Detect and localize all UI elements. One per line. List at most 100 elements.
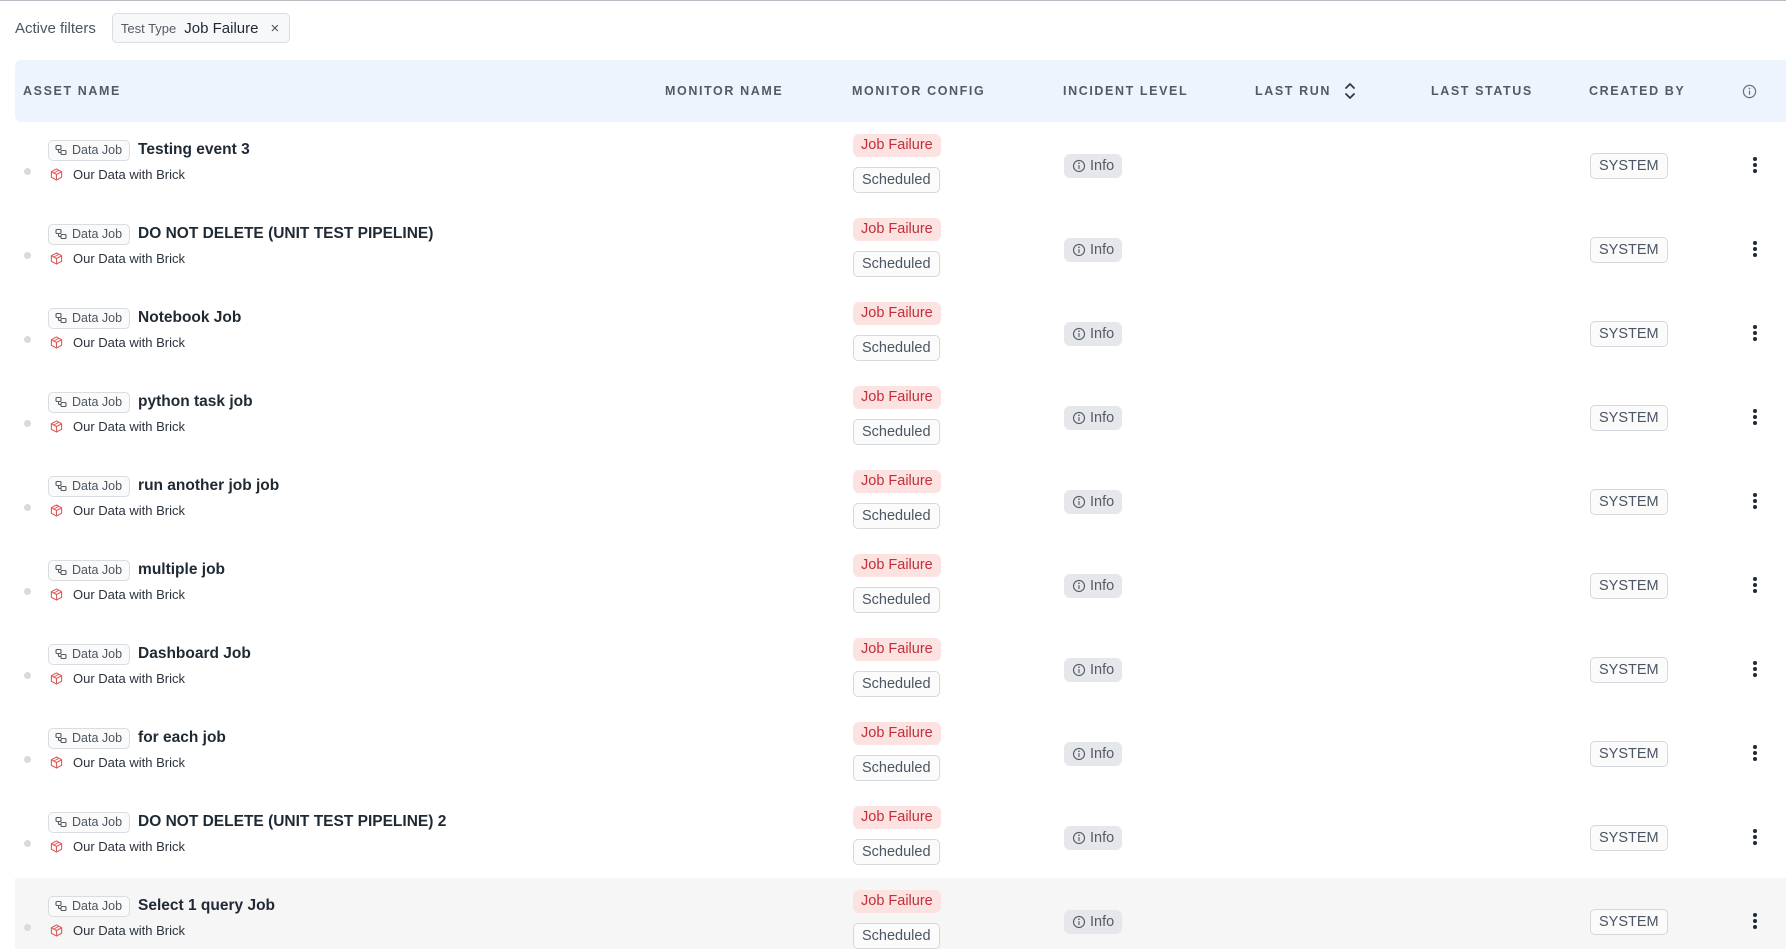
asset-type-label: Data Job xyxy=(72,815,123,829)
asset-name[interactable]: Notebook Job xyxy=(138,309,241,327)
monitor-config-cell: Job Failure Scheduled xyxy=(853,302,941,361)
kebab-vertical-icon[interactable] xyxy=(1748,236,1762,262)
created-by-badge: SYSTEM xyxy=(1590,237,1668,263)
monitor-config-cell: Job Failure Scheduled xyxy=(853,554,941,613)
asset-type-label: Data Job xyxy=(72,563,123,577)
link-icon xyxy=(55,396,67,408)
kebab-vertical-icon[interactable] xyxy=(1748,656,1762,682)
status-dot xyxy=(24,252,31,259)
asset-type-label: Data Job xyxy=(72,479,123,493)
config-job-failure-pill: Job Failure xyxy=(853,470,941,493)
kebab-vertical-icon[interactable] xyxy=(1748,152,1762,178)
asset-name[interactable]: for each job xyxy=(138,729,226,747)
asset-name[interactable]: run another job job xyxy=(138,477,279,495)
column-info-icon[interactable] xyxy=(1742,60,1757,122)
link-icon xyxy=(55,228,67,240)
incident-level-badge: Info xyxy=(1064,154,1123,178)
asset-type-label: Data Job xyxy=(72,143,123,157)
kebab-vertical-icon[interactable] xyxy=(1748,572,1762,598)
asset-source: Our Data with Brick xyxy=(73,755,185,770)
top-border xyxy=(0,0,1786,1)
close-icon[interactable]: × xyxy=(270,21,279,36)
asset-cell: Data Job multiple job Our Data with Bric… xyxy=(48,559,225,602)
table-row[interactable]: Data Job run another job job Our Data wi… xyxy=(15,458,1786,542)
table-row[interactable]: Data Job DO NOT DELETE (UNIT TEST PIPELI… xyxy=(15,794,1786,878)
column-header-last-run[interactable]: LAST RUN xyxy=(1255,60,1357,122)
kebab-vertical-icon[interactable] xyxy=(1748,404,1762,430)
kebab-vertical-icon[interactable] xyxy=(1748,740,1762,766)
table-row[interactable]: Data Job DO NOT DELETE (UNIT TEST PIPELI… xyxy=(15,206,1786,290)
asset-name[interactable]: Select 1 query Job xyxy=(138,897,275,915)
monitor-config-cell: Job Failure Scheduled xyxy=(853,722,941,781)
asset-name[interactable]: DO NOT DELETE (UNIT TEST PIPELINE) xyxy=(138,225,433,243)
table-row[interactable]: Data Job Testing event 3 Our Data with B… xyxy=(15,122,1786,206)
asset-cell: Data Job DO NOT DELETE (UNIT TEST PIPELI… xyxy=(48,223,433,266)
info-circle-icon xyxy=(1072,579,1086,593)
incident-level-label: Info xyxy=(1090,494,1115,510)
filter-chip-value: Job Failure xyxy=(184,19,259,37)
kebab-vertical-icon[interactable] xyxy=(1748,488,1762,514)
config-job-failure-pill: Job Failure xyxy=(853,302,941,325)
asset-source: Our Data with Brick xyxy=(73,923,185,938)
asset-type-badge: Data Job xyxy=(48,139,131,161)
brick-cube-icon xyxy=(50,756,63,769)
kebab-vertical-icon[interactable] xyxy=(1748,908,1762,934)
asset-name[interactable]: multiple job xyxy=(138,561,225,579)
monitor-config-cell: Job Failure Scheduled xyxy=(853,638,941,697)
sort-updown-icon[interactable] xyxy=(1343,81,1357,101)
column-header-last-status[interactable]: LAST STATUS xyxy=(1431,60,1533,122)
column-header-created-by[interactable]: CREATED BY xyxy=(1589,60,1685,122)
asset-type-badge: Data Job xyxy=(48,811,131,833)
column-header-incident-level[interactable]: INCIDENT LEVEL xyxy=(1063,60,1188,122)
config-scheduled-pill: Scheduled xyxy=(853,671,940,697)
asset-type-label: Data Job xyxy=(72,731,123,745)
table-row[interactable]: Data Job Select 1 query Job Our Data wit… xyxy=(15,878,1786,949)
asset-cell: Data Job Select 1 query Job Our Data wit… xyxy=(48,895,275,938)
status-dot xyxy=(24,336,31,343)
config-scheduled-pill: Scheduled xyxy=(853,167,940,193)
brick-cube-icon xyxy=(50,588,63,601)
column-header-monitor-name[interactable]: MONITOR NAME xyxy=(665,60,783,122)
asset-name[interactable]: Dashboard Job xyxy=(138,645,251,663)
kebab-vertical-icon[interactable] xyxy=(1748,320,1762,346)
asset-name[interactable]: python task job xyxy=(138,393,253,411)
table-row[interactable]: Data Job multiple job Our Data with Bric… xyxy=(15,542,1786,626)
asset-type-label: Data Job xyxy=(72,647,123,661)
info-circle-icon xyxy=(1072,243,1086,257)
table-row[interactable]: Data Job Dashboard Job Our Data with Bri… xyxy=(15,626,1786,710)
asset-type-badge: Data Job xyxy=(48,475,131,497)
asset-type-label: Data Job xyxy=(72,311,123,325)
kebab-vertical-icon[interactable] xyxy=(1748,824,1762,850)
info-circle-icon xyxy=(1072,663,1086,677)
column-header-asset-name[interactable]: ASSET NAME xyxy=(23,60,121,122)
table-row[interactable]: Data Job for each job Our Data with Bric… xyxy=(15,710,1786,794)
asset-name[interactable]: DO NOT DELETE (UNIT TEST PIPELINE) 2 xyxy=(138,813,446,831)
incident-level-badge: Info xyxy=(1064,742,1123,766)
config-scheduled-pill: Scheduled xyxy=(853,503,940,529)
config-scheduled-pill: Scheduled xyxy=(853,251,940,277)
created-by-badge: SYSTEM xyxy=(1590,657,1668,683)
column-header-monitor-config[interactable]: MONITOR CONFIG xyxy=(852,60,985,122)
asset-source: Our Data with Brick xyxy=(73,251,185,266)
asset-cell: Data Job python task job Our Data with B… xyxy=(48,391,253,434)
config-job-failure-pill: Job Failure xyxy=(853,134,941,157)
table-row[interactable]: Data Job python task job Our Data with B… xyxy=(15,374,1786,458)
filter-chip-test-type[interactable]: Test Type Job Failure × xyxy=(111,13,291,43)
incident-level-label: Info xyxy=(1090,326,1115,342)
table-row[interactable]: Data Job Notebook Job Our Data with Bric… xyxy=(15,290,1786,374)
asset-type-badge: Data Job xyxy=(48,559,131,581)
link-icon xyxy=(55,312,67,324)
config-scheduled-pill: Scheduled xyxy=(853,419,940,445)
info-circle-icon xyxy=(1072,495,1086,509)
asset-type-badge: Data Job xyxy=(48,643,131,665)
asset-cell: Data Job Dashboard Job Our Data with Bri… xyxy=(48,643,251,686)
asset-source: Our Data with Brick xyxy=(73,587,185,602)
active-filters-bar: Active filters Test Type Job Failure × xyxy=(15,13,291,43)
status-dot xyxy=(24,756,31,763)
asset-source: Our Data with Brick xyxy=(73,839,185,854)
incident-level-label: Info xyxy=(1090,830,1115,846)
asset-name[interactable]: Testing event 3 xyxy=(138,141,250,159)
config-job-failure-pill: Job Failure xyxy=(853,554,941,577)
active-filters-label: Active filters xyxy=(15,19,96,37)
info-circle-icon xyxy=(1072,159,1086,173)
